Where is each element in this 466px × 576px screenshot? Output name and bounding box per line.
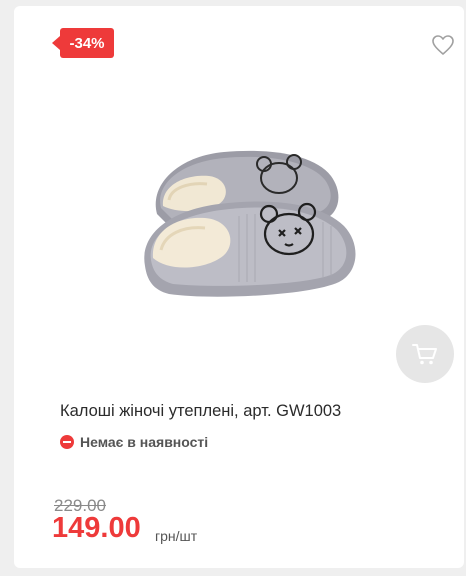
heart-outline-icon <box>432 35 454 55</box>
discount-badge: -34% <box>52 28 114 58</box>
product-title[interactable]: Калоші жіночі утеплені, арт. GW1003 <box>60 402 341 421</box>
product-card[interactable]: -34% Калоші жіночі утеплені, арт. GW1003… <box>14 6 464 568</box>
price-unit: грн/шт <box>155 528 198 544</box>
product-image[interactable] <box>139 136 369 316</box>
minus-circle-icon <box>60 435 74 449</box>
cart-icon <box>412 344 437 365</box>
stock-status: Немає в наявності <box>60 434 208 450</box>
current-price: 149.00 <box>52 512 141 544</box>
slippers-illustration <box>144 150 356 297</box>
stock-status-label: Немає в наявності <box>80 434 209 450</box>
favorite-button[interactable] <box>431 34 455 56</box>
add-to-cart-button[interactable] <box>396 325 454 383</box>
